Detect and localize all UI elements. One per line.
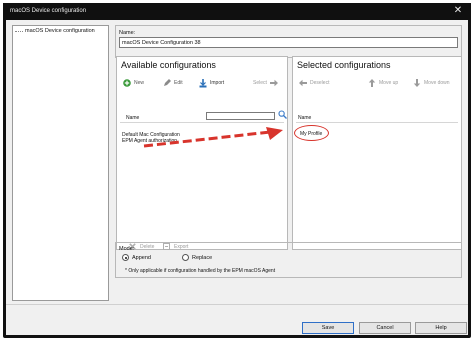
- help-button[interactable]: Help: [415, 322, 467, 334]
- append-radio[interactable]: Append: [122, 254, 151, 261]
- footer-divider: [6, 304, 468, 305]
- available-configurations-panel: Available configurations New Edit Import: [116, 56, 288, 250]
- append-label: Append: [132, 254, 151, 261]
- list-item[interactable]: My Profile: [300, 131, 322, 137]
- arrow-right-icon: [269, 79, 278, 87]
- import-label: Import: [210, 80, 225, 86]
- save-button[interactable]: Save: [302, 322, 354, 334]
- dialog-window: macOS Device configuration ✕ macOS Devic…: [3, 3, 471, 338]
- select-button[interactable]: Select: [253, 79, 278, 87]
- replace-radio[interactable]: Replace: [182, 254, 212, 261]
- tree-item-label: macOS Device configuration: [25, 28, 95, 34]
- deselect-label: Deselect: [310, 80, 330, 86]
- tree-connector: [15, 30, 23, 32]
- name-label: Name:: [119, 30, 136, 36]
- mode-label: Mode:: [119, 246, 135, 252]
- selected-header-divider: [296, 122, 458, 123]
- tree-item-macos-device-configuration[interactable]: macOS Device configuration: [15, 28, 95, 34]
- edit-button[interactable]: Edit: [163, 79, 183, 87]
- arrow-up-icon: [368, 79, 376, 87]
- pencil-icon: [163, 79, 171, 87]
- drag-arrow-annotation: [143, 127, 283, 148]
- dialog-body: macOS Device configuration Name: Availab…: [6, 20, 468, 335]
- deselect-button[interactable]: Deselect: [299, 79, 329, 87]
- edit-label: Edit: [174, 80, 183, 86]
- name-input[interactable]: [119, 37, 458, 48]
- select-label: Select: [253, 80, 267, 86]
- new-label: New: [134, 80, 145, 86]
- name-group: Name:: [115, 25, 462, 58]
- radio-empty-icon: [182, 254, 189, 261]
- search-icon[interactable]: [278, 110, 287, 119]
- close-icon[interactable]: ✕: [451, 5, 465, 17]
- configuration-tree: macOS Device configuration: [12, 25, 109, 301]
- available-configurations-title: Available configurations: [121, 60, 216, 70]
- mode-group: Mode: Append Replace * Only applicable i…: [115, 242, 462, 278]
- move-up-button[interactable]: Move up: [368, 79, 398, 87]
- replace-label: Replace: [192, 254, 213, 261]
- available-name-column-header: Name: [126, 115, 140, 121]
- move-down-label: Move down: [424, 80, 450, 86]
- import-icon: [199, 79, 207, 88]
- plus-icon: [123, 79, 131, 87]
- mode-note: * Only applicable if configuration handl…: [125, 268, 276, 274]
- arrow-down-icon: [413, 79, 421, 87]
- cancel-button[interactable]: Cancel: [359, 322, 411, 334]
- selected-name-column-header: Name: [298, 115, 312, 121]
- radio-selected-icon: [122, 254, 129, 261]
- title-bar[interactable]: macOS Device configuration ✕: [3, 3, 471, 20]
- new-button[interactable]: New: [123, 79, 144, 87]
- move-up-label: Move up: [379, 80, 399, 86]
- selected-configurations-title: Selected configurations: [297, 60, 391, 70]
- available-header-divider: [120, 122, 284, 123]
- arrow-left-icon: [299, 79, 307, 87]
- window-title: macOS Device configuration: [10, 8, 87, 14]
- move-down-button[interactable]: Move down: [413, 79, 450, 87]
- search-input[interactable]: [206, 112, 275, 120]
- selected-configurations-panel: Selected configurations Deselect Move up…: [292, 56, 462, 250]
- import-button[interactable]: Import: [199, 79, 225, 88]
